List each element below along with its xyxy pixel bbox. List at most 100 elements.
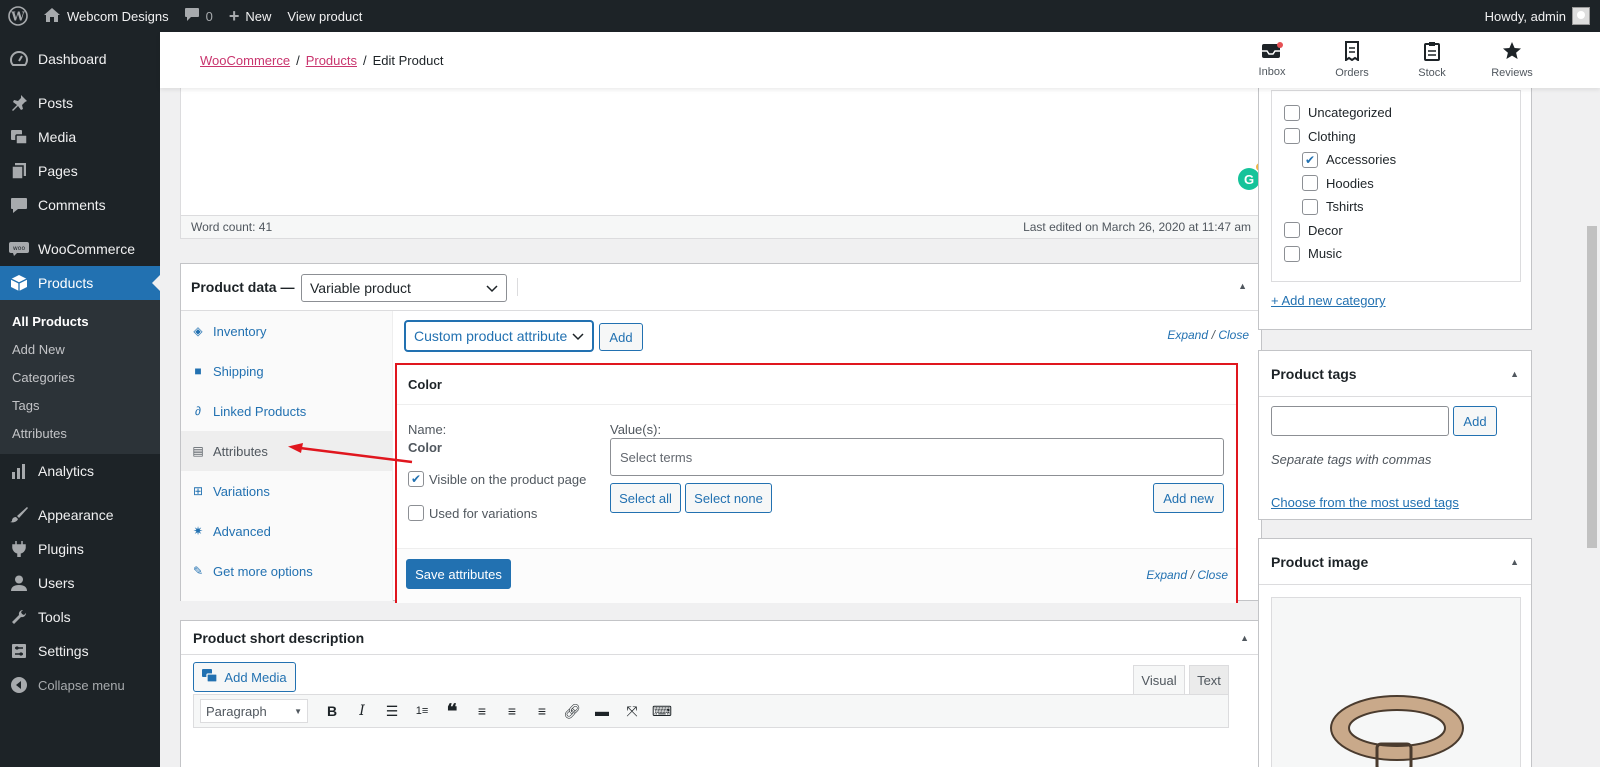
tab-variations[interactable]: ⊞ Variations (181, 471, 392, 511)
add-new-term-button[interactable]: Add new (1153, 483, 1224, 513)
category-item[interactable]: Hoodies (1284, 172, 1520, 196)
bullet-list-icon[interactable]: ☰ (380, 700, 404, 722)
submenu-attributes[interactable]: Attributes (0, 419, 160, 447)
attribute-name-heading[interactable]: Color (397, 365, 1236, 405)
category-checkbox[interactable] (1284, 245, 1300, 262)
tab-advanced[interactable]: ✷ Advanced (181, 511, 392, 551)
italic-icon[interactable]: I (350, 700, 374, 722)
attribute-taxonomy-select[interactable]: Custom product attribute (405, 321, 593, 351)
menu-media[interactable]: Media (0, 120, 160, 154)
comments-link[interactable]: 0 (177, 0, 221, 32)
category-item[interactable]: Tshirts (1284, 195, 1520, 219)
tab-text[interactable]: Text (1189, 665, 1229, 695)
page-scrollbar[interactable] (1584, 88, 1600, 767)
product-tags-header: Product tags ▲ (1259, 351, 1531, 397)
close-link[interactable]: Close (1218, 328, 1249, 342)
product-image[interactable] (1271, 597, 1521, 767)
product-type-select[interactable]: Variable product (301, 274, 507, 302)
menu-comments[interactable]: Comments (0, 188, 160, 222)
tags-input[interactable] (1271, 406, 1449, 436)
menu-tools[interactable]: Tools (0, 600, 160, 634)
select-none-button[interactable]: Select none (685, 483, 772, 513)
submenu-tags[interactable]: Tags (0, 391, 160, 419)
collapse-toggle-icon[interactable]: ▲ (1510, 557, 1519, 567)
choose-most-used-tags-link[interactable]: Choose from the most used tags (1271, 495, 1459, 510)
add-tag-button[interactable]: Add (1453, 406, 1497, 436)
chevron-down-icon (486, 280, 498, 296)
tab-get-more-options[interactable]: ✎ Get more options (181, 551, 392, 591)
category-item[interactable]: Uncategorized (1284, 101, 1520, 125)
expand-link[interactable]: Expand (1167, 328, 1208, 342)
expand-link[interactable]: Expand (1146, 568, 1187, 582)
site-name-link[interactable]: Webcom Designs (36, 0, 177, 32)
brush-icon (8, 505, 30, 525)
submenu-categories[interactable]: Categories (0, 363, 160, 391)
menu-woocommerce[interactable]: woo WooCommerce (0, 232, 160, 266)
bold-icon[interactable]: B (320, 700, 344, 722)
collapse-toggle-icon[interactable]: ▲ (1510, 369, 1519, 379)
menu-users[interactable]: Users (0, 566, 160, 600)
variations-checkbox[interactable] (408, 505, 424, 521)
avatar[interactable] (1572, 7, 1590, 25)
align-center-icon[interactable]: ≡ (500, 700, 524, 722)
blockquote-icon[interactable]: ❝ (440, 700, 464, 723)
menu-appearance[interactable]: Appearance (0, 498, 160, 532)
tab-visual[interactable]: Visual (1133, 665, 1185, 695)
submenu-add-new[interactable]: Add New (0, 335, 160, 363)
close-link[interactable]: Close (1197, 568, 1228, 582)
tab-linked-products[interactable]: ∂ Linked Products (181, 391, 392, 431)
menu-plugins[interactable]: Plugins (0, 532, 160, 566)
read-more-icon[interactable]: ▬ (590, 700, 614, 722)
orders-button[interactable]: Orders (1312, 32, 1392, 88)
grammarly-icon[interactable]: G (1238, 162, 1265, 190)
reviews-button[interactable]: Reviews (1472, 32, 1552, 88)
tab-shipping[interactable]: ■ Shipping (181, 351, 392, 391)
category-checkbox[interactable] (1284, 104, 1300, 121)
scrollbar-thumb[interactable] (1587, 226, 1597, 548)
align-left-icon[interactable]: ≡ (470, 700, 494, 722)
breadcrumb-woocommerce[interactable]: WooCommerce (200, 53, 290, 68)
menu-pages[interactable]: Pages (0, 154, 160, 188)
numbered-list-icon[interactable]: 1≡ (410, 700, 434, 722)
category-checkbox[interactable] (1302, 175, 1318, 192)
add-attribute-button[interactable]: Add (599, 323, 643, 351)
stock-button[interactable]: Stock (1392, 32, 1472, 88)
menu-dashboard[interactable]: Dashboard (0, 42, 160, 76)
terms-input[interactable]: Select terms (610, 438, 1224, 476)
category-checkbox[interactable]: ✔ (1302, 151, 1318, 168)
menu-settings[interactable]: Settings (0, 634, 160, 668)
breadcrumb-products[interactable]: Products (306, 53, 357, 68)
category-item[interactable]: ✔ Accessories (1284, 148, 1520, 172)
view-product-link[interactable]: View product (279, 0, 370, 32)
collapse-menu-button[interactable]: Collapse menu (0, 668, 160, 702)
wordpress-logo-icon[interactable]: W (0, 0, 36, 32)
category-item[interactable]: Clothing (1284, 125, 1520, 149)
submenu-all-products[interactable]: All Products (0, 307, 160, 335)
category-item[interactable]: Music (1284, 242, 1520, 266)
howdy-label[interactable]: Howdy, admin (1485, 9, 1566, 24)
align-right-icon[interactable]: ≡ (530, 700, 554, 722)
menu-analytics[interactable]: Analytics (0, 454, 160, 488)
inbox-button[interactable]: Inbox (1232, 32, 1312, 88)
visible-checkbox[interactable]: ✔ (408, 471, 424, 487)
toolbar-toggle-icon[interactable]: ⌨ (650, 700, 674, 722)
menu-products[interactable]: Products (0, 266, 160, 300)
collapse-toggle-icon[interactable]: ▲ (1238, 281, 1247, 291)
link-icon[interactable]: 🔗︎ (560, 700, 584, 722)
save-attributes-button[interactable]: Save attributes (406, 559, 511, 589)
attribute-select-value: Custom product attribute (414, 328, 568, 344)
add-new-category-link[interactable]: + Add new category (1271, 293, 1386, 308)
category-checkbox[interactable] (1302, 198, 1318, 215)
category-checkbox[interactable] (1284, 222, 1300, 239)
category-checkbox[interactable] (1284, 128, 1300, 145)
category-item[interactable]: Decor (1284, 219, 1520, 243)
format-select[interactable]: Paragraph ▼ (200, 699, 308, 723)
tab-inventory[interactable]: ◈ Inventory (181, 311, 392, 351)
menu-posts[interactable]: Posts (0, 86, 160, 120)
tab-label: Linked Products (213, 403, 307, 419)
fullscreen-icon[interactable]: ⤧ (620, 700, 644, 722)
select-all-button[interactable]: Select all (610, 483, 681, 513)
collapse-toggle-icon[interactable]: ▲ (1240, 633, 1249, 643)
add-media-button[interactable]: Add Media (193, 662, 296, 692)
new-content-link[interactable]: + New (221, 0, 280, 32)
